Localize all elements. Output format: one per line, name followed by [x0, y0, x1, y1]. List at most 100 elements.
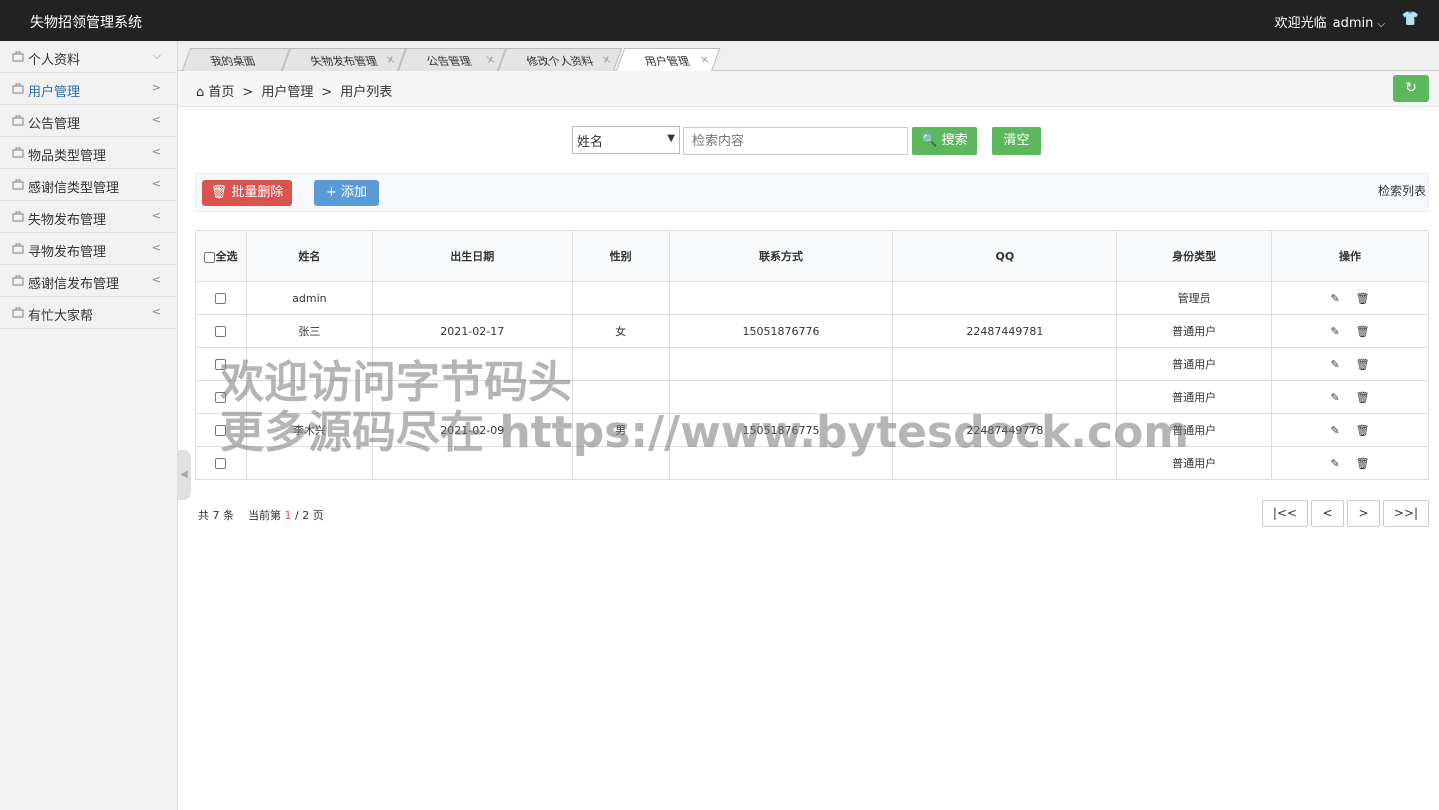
add-label: 添加	[341, 185, 368, 200]
cell-role: 管理员	[1116, 281, 1273, 315]
pager-slash: /	[295, 509, 299, 522]
tab-label: 我的桌面	[208, 55, 258, 68]
chevron-down-icon: ▼	[667, 133, 675, 144]
bag-icon	[12, 83, 24, 94]
tshirt-icon[interactable]: 👕	[1402, 11, 1419, 27]
clear-button[interactable]: 清空	[992, 127, 1041, 155]
cell-name: 李木兴	[245, 413, 373, 447]
cell-qq	[892, 281, 1118, 315]
cell-name	[245, 380, 373, 414]
cell-phone	[668, 281, 894, 315]
cell-role: 普通用户	[1116, 446, 1273, 480]
trash-icon[interactable]: 🗑	[1356, 391, 1370, 404]
pager-total-suffix: 条	[223, 509, 234, 522]
tab-users[interactable]: 用户管理 ×	[615, 48, 721, 72]
pager-pages-suffix: 页	[312, 509, 324, 522]
select-all-label: 全选	[215, 250, 238, 263]
row-checkbox[interactable]	[215, 458, 227, 469]
sidebar-item-thanks-types[interactable]: 感谢信类型管理 <	[0, 169, 177, 201]
select-all-checkbox[interactable]	[204, 251, 216, 263]
breadcrumb-home[interactable]: 首页	[208, 85, 234, 100]
cell-gender: 女	[571, 314, 670, 348]
tab-edit-profile[interactable]: 修改个人资料 ×	[497, 48, 623, 71]
refresh-button[interactable]: ↻	[1393, 75, 1429, 102]
row-checkbox[interactable]	[215, 293, 227, 304]
search-field-value: 姓名	[577, 135, 604, 150]
search-button-label: 搜索	[941, 133, 968, 148]
row-checkbox[interactable]	[215, 425, 227, 436]
pager-total: 7	[212, 509, 220, 522]
bag-icon	[12, 211, 24, 222]
search-button[interactable]: 🔍 搜索	[912, 127, 977, 155]
sidebar-item-label: 寻物发布管理	[28, 245, 107, 260]
edit-icon[interactable]: ✎	[1330, 457, 1339, 470]
close-icon[interactable]: ×	[599, 53, 613, 66]
table-row: 普通用户 ✎ 🗑	[195, 347, 1429, 381]
tab-notices[interactable]: 公告管理 ×	[397, 48, 507, 71]
bag-icon	[12, 179, 24, 190]
add-button[interactable]: + 添加	[314, 180, 379, 206]
sidebar-item-thanks-posts[interactable]: 感谢信发布管理 <	[0, 265, 177, 297]
close-icon[interactable]: ×	[383, 53, 397, 66]
breadcrumb: ⌂ 首页 > 用户管理 > 用户列表 ↻	[178, 71, 1439, 107]
cell-name	[245, 347, 373, 381]
row-checkbox[interactable]	[215, 326, 227, 337]
cell-role: 普通用户	[1116, 314, 1273, 348]
sidebar-item-lost-posts[interactable]: 失物发布管理 <	[0, 201, 177, 233]
close-icon[interactable]: ×	[697, 53, 711, 66]
edit-icon[interactable]: ✎	[1330, 358, 1339, 371]
bag-icon	[12, 115, 24, 126]
cell-birth: 2021-02-09	[371, 413, 573, 447]
chevron-icon: <	[151, 241, 161, 254]
sidebar-item-label: 感谢信发布管理	[28, 277, 120, 292]
sidebar-item-help[interactable]: 有忙大家帮 <	[0, 297, 177, 329]
cell-name: admin	[245, 281, 373, 315]
sidebar-collapse-handle[interactable]: ◀	[177, 450, 191, 500]
edit-icon[interactable]: ✎	[1330, 391, 1339, 404]
breadcrumb-level1[interactable]: 用户管理	[261, 85, 313, 100]
next-page-button[interactable]: >	[1347, 500, 1380, 527]
prev-page-button[interactable]: <	[1311, 500, 1344, 527]
bag-icon	[12, 307, 24, 318]
sidebar-item-item-types[interactable]: 物品类型管理 <	[0, 137, 177, 169]
tab-label: 修改个人资料	[524, 55, 596, 68]
cell-qq	[892, 446, 1118, 480]
edit-icon[interactable]: ✎	[1330, 292, 1339, 305]
table-row: 普通用户 ✎ 🗑	[195, 446, 1429, 480]
edit-icon[interactable]: ✎	[1330, 424, 1339, 437]
sidebar-item-label: 公告管理	[28, 117, 81, 132]
tab-lost-posts[interactable]: 失物发布管理 ×	[281, 48, 407, 71]
sidebar-item-label: 个人资料	[28, 53, 81, 68]
sidebar-item-label: 失物发布管理	[28, 213, 107, 228]
edit-icon[interactable]: ✎	[1330, 325, 1339, 338]
trash-icon[interactable]: 🗑	[1356, 457, 1370, 470]
trash-icon[interactable]: 🗑	[1356, 325, 1370, 338]
user-menu[interactable]: 欢迎光临 admin ⌵	[1275, 12, 1385, 31]
batch-delete-button[interactable]: 🗑 批量删除	[202, 180, 292, 206]
last-page-button[interactable]: >>|	[1383, 500, 1429, 527]
plus-icon: +	[325, 185, 337, 200]
cell-qq: 22487449781	[892, 314, 1118, 348]
breadcrumb-separator: >	[321, 85, 333, 100]
toolbar: 🗑 批量删除 + 添加 检索列表	[195, 173, 1429, 212]
trash-icon[interactable]: 🗑	[1356, 358, 1370, 371]
trash-icon[interactable]: 🗑	[1356, 292, 1370, 305]
chevron-icon: ⌵	[152, 49, 161, 62]
sidebar-item-notices[interactable]: 公告管理 <	[0, 105, 177, 137]
search-input[interactable]	[683, 127, 908, 155]
select-all-header[interactable]: 全选	[195, 230, 247, 282]
row-checkbox[interactable]	[215, 392, 227, 403]
sidebar-item-profile[interactable]: 个人资料 ⌵	[0, 41, 177, 73]
search-field-select[interactable]: 姓名 ▼	[572, 126, 680, 154]
tab-label: 公告管理	[424, 55, 474, 68]
sidebar-item-search-posts[interactable]: 寻物发布管理 <	[0, 233, 177, 265]
tab-desktop[interactable]: 我的桌面	[181, 48, 291, 71]
row-checkbox[interactable]	[215, 359, 227, 370]
sidebar-item-users[interactable]: 用户管理 >	[0, 73, 177, 105]
first-page-button[interactable]: |<<	[1262, 500, 1308, 527]
sidebar-item-label: 物品类型管理	[28, 149, 107, 164]
trash-icon[interactable]: 🗑	[1356, 424, 1370, 437]
username: admin	[1332, 16, 1374, 31]
sidebar: 个人资料 ⌵ 用户管理 > 公告管理 < 物品类型管理 < 感谢信类型管理 < …	[0, 41, 178, 810]
close-icon[interactable]: ×	[483, 53, 497, 66]
